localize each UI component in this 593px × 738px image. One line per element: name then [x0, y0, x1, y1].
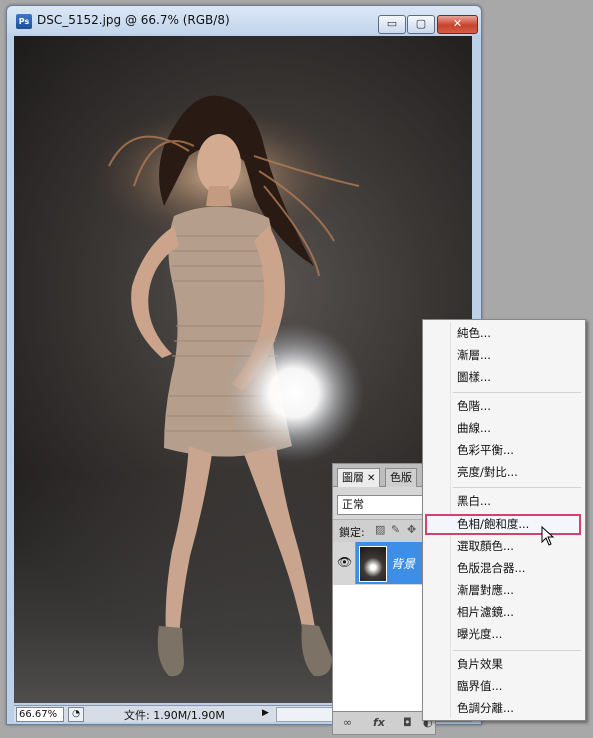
right-shoe	[301, 624, 332, 677]
tab-channels[interactable]: 色版	[385, 468, 417, 487]
navigator-icon[interactable]: ◔	[68, 707, 84, 722]
menu-item-hue-saturation[interactable]: 色相/飽和度...	[425, 514, 581, 535]
menu-separator	[453, 392, 581, 393]
menu-item-invert[interactable]: 負片效果	[425, 654, 581, 675]
lock-row: 鎖定: ▨ ✎ ✥	[333, 519, 435, 543]
menu-separator	[453, 650, 581, 651]
menu-item-levels[interactable]: 色階...	[425, 396, 581, 417]
document-title: DSC_5152.jpg @ 66.7% (RGB/8)	[37, 13, 230, 27]
zoom-level-field[interactable]: 66.67%	[16, 707, 64, 722]
status-menu-arrow-icon[interactable]: ▶	[262, 708, 269, 718]
left-shoe	[157, 626, 184, 677]
layer-name[interactable]: 背景	[391, 555, 415, 572]
blend-mode-select[interactable]: 正常	[337, 495, 431, 515]
menu-item-threshold[interactable]: 臨界值...	[425, 676, 581, 697]
menu-item-gradient[interactable]: 漸層...	[425, 345, 581, 366]
menu-item-photo-filter[interactable]: 相片濾鏡...	[425, 602, 581, 623]
link-icon[interactable]: ∞	[343, 716, 352, 729]
menu-separator	[453, 487, 581, 488]
layers-list-empty-area	[333, 585, 435, 711]
lock-label: 鎖定:	[339, 526, 365, 539]
layers-panel: 圖層 ✕ 色版 正常 鎖定: ▨ ✎ ✥ 👁 背景 ∞ fx ◘ ◐	[332, 463, 436, 735]
layers-panel-footer: ∞ fx ◘ ◐	[333, 711, 435, 734]
tab-close-icon[interactable]: ✕	[367, 473, 375, 484]
mask-icon[interactable]: ◘	[403, 716, 412, 729]
left-arm	[131, 226, 179, 358]
menu-item-channel-mixer[interactable]: 色版混合器...	[425, 558, 581, 579]
layer-row-background[interactable]: 👁 背景	[333, 542, 435, 584]
left-leg	[165, 446, 212, 636]
close-button[interactable]: ✕	[437, 15, 478, 34]
neck	[206, 186, 232, 206]
right-leg	[244, 446, 316, 636]
menu-item-selective-color[interactable]: 選取顏色...	[425, 536, 581, 557]
lock-transparency-icon[interactable]: ▨	[375, 524, 386, 535]
menu-item-brightness-contrast[interactable]: 亮度/對比...	[425, 462, 581, 483]
minimize-button[interactable]: ▭	[378, 15, 406, 34]
visibility-toggle[interactable]: 👁	[333, 542, 356, 584]
menu-item-exposure[interactable]: 曝光度...	[425, 624, 581, 645]
adjustment-layer-menu: 純色... 漸層... 圖樣... 色階... 曲線... 色彩平衡... 亮度…	[422, 319, 586, 721]
menu-item-curves[interactable]: 曲線...	[425, 418, 581, 439]
maximize-button[interactable]: ▢	[407, 15, 435, 34]
menu-item-pattern[interactable]: 圖樣...	[425, 367, 581, 388]
menu-item-solid-color[interactable]: 純色...	[425, 323, 581, 344]
back-light-flare	[224, 323, 364, 463]
menu-item-gradient-map[interactable]: 漸層對應...	[425, 580, 581, 601]
tab-layers[interactable]: 圖層 ✕	[337, 468, 381, 487]
menu-item-black-white[interactable]: 黑白...	[425, 491, 581, 512]
face	[197, 134, 241, 194]
panel-tab-bar: 圖層 ✕ 色版	[333, 464, 435, 487]
lock-paint-icon[interactable]: ✎	[391, 524, 402, 535]
mouse-pointer-icon	[541, 526, 555, 546]
layer-thumbnail	[359, 546, 387, 582]
photoshop-document-icon: Ps	[16, 14, 32, 29]
fx-icon[interactable]: fx	[373, 716, 385, 729]
file-size-info: 文件: 1.90M/1.90M	[124, 709, 225, 722]
tab-layers-label: 圖層	[342, 471, 364, 484]
menu-item-posterize[interactable]: 色調分離...	[425, 698, 581, 719]
menu-item-color-balance[interactable]: 色彩平衡...	[425, 440, 581, 461]
document-title-bar[interactable]: Ps DSC_5152.jpg @ 66.7% (RGB/8) ▭ ▢ ✕	[7, 6, 481, 34]
eye-icon: 👁	[337, 555, 353, 569]
lock-move-icon[interactable]: ✥	[407, 524, 418, 535]
